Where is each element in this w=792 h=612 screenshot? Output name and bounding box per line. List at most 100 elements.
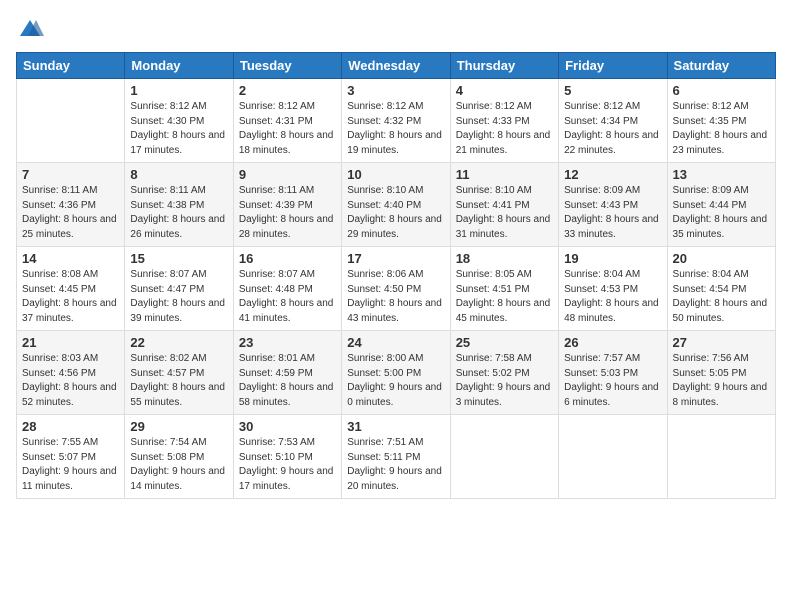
- weekday-header-tuesday: Tuesday: [233, 53, 341, 79]
- day-info: Sunrise: 8:07 AMSunset: 4:47 PMDaylight:…: [130, 268, 227, 326]
- weekday-header-wednesday: Wednesday: [342, 53, 450, 79]
- day-number: 23: [239, 335, 336, 350]
- day-info: Sunrise: 8:00 AMSunset: 5:00 PMDaylight:…: [347, 352, 444, 410]
- calendar-cell: 8Sunrise: 8:11 AMSunset: 4:38 PMDaylight…: [125, 163, 233, 247]
- calendar-cell: 14 Sunrise: 8:08 AMSunset: 4:45 PMDayligh…: [17, 247, 125, 331]
- calendar-cell: 28Sunrise: 7:55 AMSunset: 5:07 PMDayligh…: [17, 415, 125, 499]
- calendar-cell: 29Sunrise: 7:54 AMSunset: 5:08 PMDayligh…: [125, 415, 233, 499]
- calendar-cell: 24 Sunrise: 8:00 AMSunset: 5:00 PMDayligh…: [342, 331, 450, 415]
- day-number: 9: [239, 167, 336, 182]
- calendar-cell: [667, 415, 775, 499]
- calendar-cell: 30 Sunrise: 7:53 AMSunset: 5:10 PMDayligh…: [233, 415, 341, 499]
- calendar-cell: 4Sunrise: 8:12 AMSunset: 4:33 PMDaylight…: [450, 79, 558, 163]
- day-number: 12: [564, 167, 661, 182]
- day-info: Sunrise: 8:02 AMSunset: 4:57 PMDaylight:…: [130, 352, 227, 410]
- day-info: Sunrise: 8:09 AMSunset: 4:44 PMDaylight:…: [673, 184, 770, 242]
- day-number: 20: [673, 251, 770, 266]
- calendar-cell: 6 Sunrise: 8:12 AMSunset: 4:35 PMDaylight…: [667, 79, 775, 163]
- day-number: 25: [456, 335, 553, 350]
- calendar-cell: 5 Sunrise: 8:12 AMSunset: 4:34 PMDaylight…: [559, 79, 667, 163]
- calendar-cell: 20 Sunrise: 8:04 AMSunset: 4:54 PMDayligh…: [667, 247, 775, 331]
- calendar-cell: 11Sunrise: 8:10 AMSunset: 4:41 PMDayligh…: [450, 163, 558, 247]
- day-number: 17: [347, 251, 444, 266]
- day-info: Sunrise: 8:08 AMSunset: 4:45 PMDaylight:…: [22, 268, 119, 326]
- day-number: 19: [564, 251, 661, 266]
- day-info: Sunrise: 8:06 AMSunset: 4:50 PMDaylight:…: [347, 268, 444, 326]
- day-info: Sunrise: 8:07 AMSunset: 4:48 PMDaylight:…: [239, 268, 336, 326]
- calendar-week-row: 14 Sunrise: 8:08 AMSunset: 4:45 PMDayligh…: [17, 247, 776, 331]
- day-number: 7: [22, 167, 119, 182]
- calendar-week-row: 1 Sunrise: 8:12 AMSunset: 4:30 PMDaylight…: [17, 79, 776, 163]
- weekday-header-thursday: Thursday: [450, 53, 558, 79]
- day-info: Sunrise: 8:10 AMSunset: 4:40 PMDaylight:…: [347, 184, 444, 242]
- day-info: Sunrise: 7:56 AMSunset: 5:05 PMDaylight:…: [673, 352, 770, 410]
- day-number: 11: [456, 167, 553, 182]
- day-info: Sunrise: 8:04 AMSunset: 4:53 PMDaylight:…: [564, 268, 661, 326]
- calendar-cell: 9 Sunrise: 8:11 AMSunset: 4:39 PMDaylight…: [233, 163, 341, 247]
- day-number: 6: [673, 83, 770, 98]
- day-number: 5: [564, 83, 661, 98]
- weekday-header-saturday: Saturday: [667, 53, 775, 79]
- day-number: 30: [239, 419, 336, 434]
- day-info: Sunrise: 8:04 AMSunset: 4:54 PMDaylight:…: [673, 268, 770, 326]
- calendar-table: SundayMondayTuesdayWednesdayThursdayFrid…: [16, 52, 776, 499]
- calendar-cell: [17, 79, 125, 163]
- day-number: 1: [130, 83, 227, 98]
- day-number: 24: [347, 335, 444, 350]
- day-info: Sunrise: 8:11 AMSunset: 4:36 PMDaylight:…: [22, 184, 119, 242]
- day-number: 18: [456, 251, 553, 266]
- calendar-cell: 26Sunrise: 7:57 AMSunset: 5:03 PMDayligh…: [559, 331, 667, 415]
- day-info: Sunrise: 7:54 AMSunset: 5:08 PMDaylight:…: [130, 436, 227, 494]
- day-number: 14: [22, 251, 119, 266]
- logo: [16, 16, 48, 44]
- calendar-cell: 15 Sunrise: 8:07 AMSunset: 4:47 PMDayligh…: [125, 247, 233, 331]
- day-number: 28: [22, 419, 119, 434]
- day-info: Sunrise: 8:12 AMSunset: 4:31 PMDaylight:…: [239, 100, 336, 158]
- day-number: 16: [239, 251, 336, 266]
- calendar-cell: 16 Sunrise: 8:07 AMSunset: 4:48 PMDayligh…: [233, 247, 341, 331]
- day-number: 22: [130, 335, 227, 350]
- calendar-cell: 18Sunrise: 8:05 AMSunset: 4:51 PMDayligh…: [450, 247, 558, 331]
- page-header: [16, 16, 776, 44]
- weekday-header-monday: Monday: [125, 53, 233, 79]
- calendar-cell: 10 Sunrise: 8:10 AMSunset: 4:40 PMDayligh…: [342, 163, 450, 247]
- day-info: Sunrise: 8:01 AMSunset: 4:59 PMDaylight:…: [239, 352, 336, 410]
- day-info: Sunrise: 7:51 AMSunset: 5:11 PMDaylight:…: [347, 436, 444, 494]
- day-info: Sunrise: 8:09 AMSunset: 4:43 PMDaylight:…: [564, 184, 661, 242]
- day-number: 31: [347, 419, 444, 434]
- calendar-cell: 2Sunrise: 8:12 AMSunset: 4:31 PMDaylight…: [233, 79, 341, 163]
- day-info: Sunrise: 8:12 AMSunset: 4:30 PMDaylight:…: [130, 100, 227, 158]
- day-info: Sunrise: 8:12 AMSunset: 4:33 PMDaylight:…: [456, 100, 553, 158]
- day-number: 21: [22, 335, 119, 350]
- calendar-cell: 17 Sunrise: 8:06 AMSunset: 4:50 PMDayligh…: [342, 247, 450, 331]
- day-info: Sunrise: 8:12 AMSunset: 4:35 PMDaylight:…: [673, 100, 770, 158]
- day-number: 26: [564, 335, 661, 350]
- calendar-cell: 22 Sunrise: 8:02 AMSunset: 4:57 PMDayligh…: [125, 331, 233, 415]
- day-info: Sunrise: 8:11 AMSunset: 4:39 PMDaylight:…: [239, 184, 336, 242]
- day-info: Sunrise: 7:58 AMSunset: 5:02 PMDaylight:…: [456, 352, 553, 410]
- calendar-cell: 12 Sunrise: 8:09 AMSunset: 4:43 PMDayligh…: [559, 163, 667, 247]
- day-number: 15: [130, 251, 227, 266]
- logo-icon: [16, 16, 44, 44]
- weekday-header-sunday: Sunday: [17, 53, 125, 79]
- calendar-cell: 1 Sunrise: 8:12 AMSunset: 4:30 PMDaylight…: [125, 79, 233, 163]
- calendar-cell: 3Sunrise: 8:12 AMSunset: 4:32 PMDaylight…: [342, 79, 450, 163]
- day-info: Sunrise: 8:11 AMSunset: 4:38 PMDaylight:…: [130, 184, 227, 242]
- day-info: Sunrise: 8:12 AMSunset: 4:32 PMDaylight:…: [347, 100, 444, 158]
- day-number: 27: [673, 335, 770, 350]
- day-info: Sunrise: 8:12 AMSunset: 4:34 PMDaylight:…: [564, 100, 661, 158]
- calendar-week-row: 7 Sunrise: 8:11 AMSunset: 4:36 PMDaylight…: [17, 163, 776, 247]
- calendar-cell: 19 Sunrise: 8:04 AMSunset: 4:53 PMDayligh…: [559, 247, 667, 331]
- calendar-cell: 7 Sunrise: 8:11 AMSunset: 4:36 PMDaylight…: [17, 163, 125, 247]
- day-info: Sunrise: 8:03 AMSunset: 4:56 PMDaylight:…: [22, 352, 119, 410]
- calendar-cell: 27 Sunrise: 7:56 AMSunset: 5:05 PMDayligh…: [667, 331, 775, 415]
- calendar-week-row: 28Sunrise: 7:55 AMSunset: 5:07 PMDayligh…: [17, 415, 776, 499]
- calendar-cell: 21 Sunrise: 8:03 AMSunset: 4:56 PMDayligh…: [17, 331, 125, 415]
- calendar-cell: [559, 415, 667, 499]
- day-number: 10: [347, 167, 444, 182]
- day-info: Sunrise: 7:53 AMSunset: 5:10 PMDaylight:…: [239, 436, 336, 494]
- calendar-week-row: 21 Sunrise: 8:03 AMSunset: 4:56 PMDayligh…: [17, 331, 776, 415]
- calendar-cell: 31 Sunrise: 7:51 AMSunset: 5:11 PMDayligh…: [342, 415, 450, 499]
- weekday-header-row: SundayMondayTuesdayWednesdayThursdayFrid…: [17, 53, 776, 79]
- calendar-cell: 13Sunrise: 8:09 AMSunset: 4:44 PMDayligh…: [667, 163, 775, 247]
